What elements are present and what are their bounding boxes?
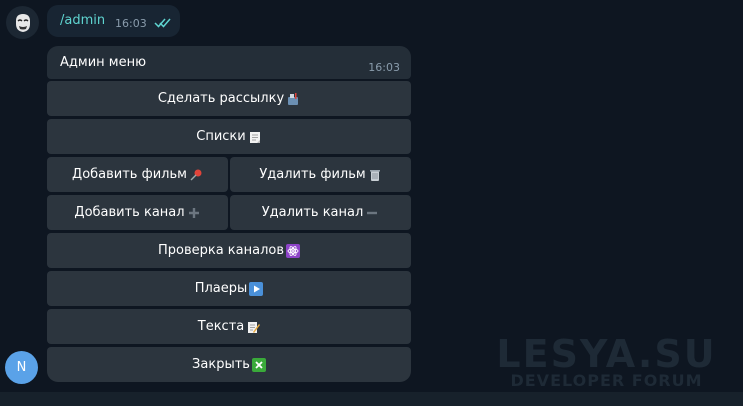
message-text: Админ меню xyxy=(60,55,147,70)
texts-button[interactable]: Текста xyxy=(47,309,411,344)
button-label: Добавить фильм xyxy=(72,167,187,182)
players-button[interactable]: Плаеры xyxy=(47,271,411,306)
outgoing-message: /admin 16:03 xyxy=(47,5,180,37)
button-label: Закрыть xyxy=(192,357,250,372)
play-button-icon xyxy=(249,281,264,296)
bottom-bar xyxy=(0,392,743,406)
watermark: LESYA.SU DEVELOPER FORUM xyxy=(470,334,743,390)
watermark-title: LESYA.SU xyxy=(496,332,717,376)
add-film-button[interactable]: Добавить фильм xyxy=(47,157,228,192)
send-broadcast-button[interactable]: Сделать рассылку xyxy=(47,81,411,116)
button-label: Добавить канал xyxy=(74,205,185,220)
button-label: Удалить фильм xyxy=(259,167,366,182)
plus-icon xyxy=(187,206,201,220)
watermark-subtitle: DEVELOPER FORUM xyxy=(510,371,703,390)
message-time: 16:03 xyxy=(368,61,400,74)
button-label: Плаеры xyxy=(194,281,248,296)
mailbox-icon xyxy=(286,92,300,106)
button-label: Проверка каналов xyxy=(157,243,285,258)
double-check-icon xyxy=(154,18,171,28)
pushpin-icon xyxy=(189,168,203,182)
lists-button[interactable]: Списки xyxy=(47,119,411,154)
trash-can-icon xyxy=(368,168,382,182)
incoming-message: Админ меню 16:03 xyxy=(47,46,411,79)
button-label: Удалить канал xyxy=(261,205,364,220)
add-channel-button[interactable]: Добавить канал xyxy=(47,195,228,230)
close-button[interactable]: Закрыть xyxy=(47,347,411,382)
cross-mark-icon xyxy=(251,357,266,372)
button-label: Сделать рассылку xyxy=(157,91,285,106)
anonymous-mask-icon xyxy=(15,13,30,32)
atom-icon xyxy=(286,243,301,258)
avatar-letter: N xyxy=(16,360,27,375)
delete-channel-button[interactable]: Удалить канал xyxy=(230,195,411,230)
button-label: Списки xyxy=(196,129,246,144)
minus-icon xyxy=(365,206,379,220)
delete-film-button[interactable]: Удалить фильм xyxy=(230,157,411,192)
admin-command-link[interactable]: /admin xyxy=(60,13,105,28)
bot-avatar[interactable] xyxy=(6,6,39,39)
memo-icon xyxy=(246,320,261,334)
notepad-icon xyxy=(248,130,262,144)
button-label: Текста xyxy=(197,319,245,334)
check-channels-button[interactable]: Проверка каналов xyxy=(47,233,411,268)
user-avatar[interactable]: N xyxy=(5,351,38,384)
message-time: 16:03 xyxy=(115,17,147,30)
